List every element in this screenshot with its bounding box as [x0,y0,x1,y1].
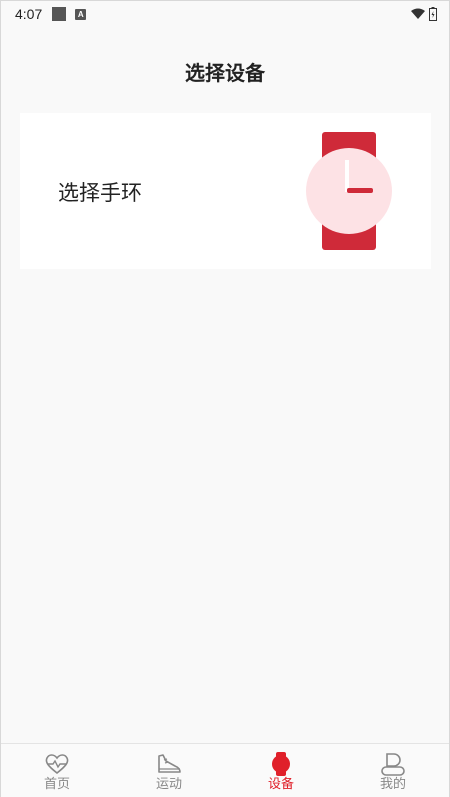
select-band-label: 选择手环 [58,181,142,205]
shoe-icon [158,754,181,773]
nav-label-mine: 我的 [379,777,406,792]
nav-item-sport[interactable]: 运动 [113,744,225,797]
heart-pulse-icon [45,754,69,775]
nav-item-device[interactable]: 设备 [225,744,337,797]
battery-icon [429,7,437,21]
status-right [411,7,437,21]
user-icon [381,753,405,776]
wifi-icon [411,8,425,19]
nav-label-home: 首页 [43,777,70,792]
status-time: 4:07 [15,6,43,22]
a-badge-icon: A [75,8,87,20]
select-band-card[interactable]: 选择手环 [20,113,431,269]
nav-item-mine[interactable]: 我的 [337,744,449,797]
watch-icon [306,132,392,250]
bottom-nav: 首页 运动 设备 我的 [1,743,449,797]
nav-label-device: 设备 [267,777,294,792]
nav-label-sport: 运动 [155,777,182,792]
watch-icon [272,752,290,776]
status-bar: 4:07 A [1,1,449,27]
page-title: 选择设备 [185,61,265,85]
nav-item-home[interactable]: 首页 [1,744,113,797]
notification-square-icon [52,7,67,21]
